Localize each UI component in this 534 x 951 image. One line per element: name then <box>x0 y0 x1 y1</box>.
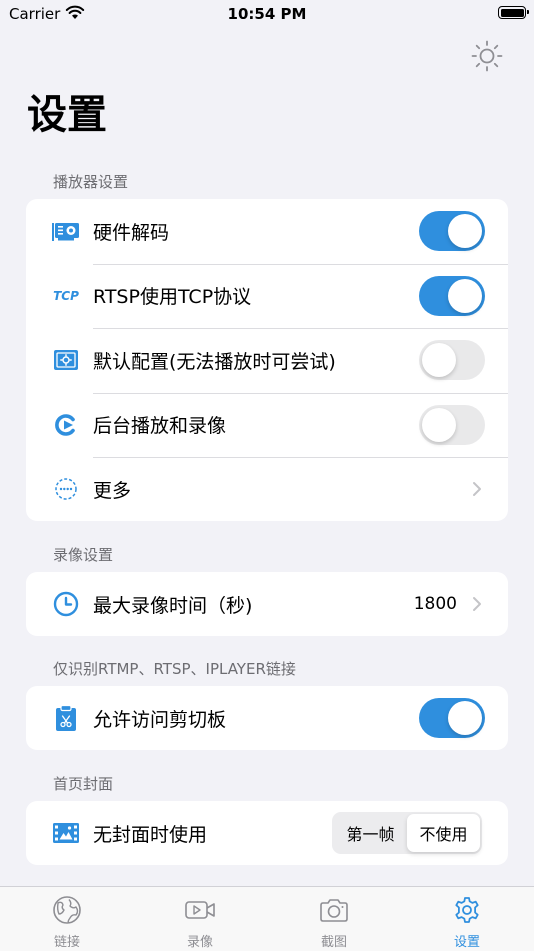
tab-bar: 链接 录像 截图 设置 <box>0 886 534 951</box>
clipboard-icon <box>52 704 80 732</box>
row-more[interactable]: 更多 <box>26 457 508 522</box>
clock-icon <box>52 590 80 618</box>
globe-icon <box>53 896 81 924</box>
cover-settings-card: 无封面时使用 第一帧 不使用 <box>26 801 508 865</box>
sun-icon <box>471 40 503 72</box>
row-max-record-time[interactable]: 最大录像时间（秒) 1800 <box>26 572 508 636</box>
status-time: 10:54 PM <box>227 5 307 23</box>
row-label-clipboard-access: 允许访问剪切板 <box>93 708 227 731</box>
tab-recordings[interactable]: 录像 <box>160 887 240 951</box>
row-label-rtsp-tcp: RTSP使用TCP协议 <box>93 286 252 309</box>
row-label-more: 更多 <box>93 479 132 502</box>
background-record-icon <box>52 411 80 439</box>
page-title: 设置 <box>27 92 107 138</box>
theme-toggle-button[interactable] <box>470 39 504 73</box>
video-icon <box>185 901 215 919</box>
rtsp-tcp-toggle[interactable] <box>419 275 485 316</box>
row-label-hardware-decode: 硬件解码 <box>93 221 170 244</box>
camera-icon <box>320 899 348 922</box>
row-clipboard-access[interactable]: 允许访问剪切板 <box>26 686 508 750</box>
section-header-cover: 首页封面 <box>53 775 114 793</box>
segment-first-frame[interactable]: 第一帧 <box>334 814 407 852</box>
row-label-background-play: 后台播放和录像 <box>93 415 227 438</box>
max-record-time-value: 1800 <box>413 594 457 614</box>
tab-links[interactable]: 链接 <box>27 887 107 951</box>
section-header-links: 仅识别RTMP、RTSP、IPLAYER链接 <box>53 660 296 678</box>
row-label-max-record-time: 最大录像时间（秒) <box>93 594 253 617</box>
player-settings-card: 硬件解码 TCP RTSP使用TCP协议 默认配置(无法播放时可尝试) 后台播放… <box>26 199 508 521</box>
clipboard-settings-card: 允许访问剪切板 <box>26 686 508 750</box>
gear-icon <box>455 897 479 923</box>
battery-icon <box>498 6 529 19</box>
gpu-card-icon <box>52 217 80 245</box>
more-dots-icon <box>52 475 80 503</box>
section-header-player: 播放器设置 <box>53 173 129 191</box>
row-rtsp-tcp[interactable]: TCP RTSP使用TCP协议 <box>26 263 508 329</box>
tab-label-settings: 设置 <box>453 935 480 950</box>
tab-label-recordings: 录像 <box>186 935 213 950</box>
background-play-toggle[interactable] <box>419 404 485 445</box>
tab-screenshots[interactable]: 截图 <box>294 887 374 951</box>
row-label-no-cover: 无封面时使用 <box>93 823 208 846</box>
row-hardware-decode[interactable]: 硬件解码 <box>26 199 508 264</box>
image-icon <box>52 819 80 847</box>
status-bar: Carrier 10:54 PM <box>0 0 534 30</box>
row-background-play[interactable]: 后台播放和录像 <box>26 392 508 458</box>
cover-segmented-control: 第一帧 不使用 <box>332 812 482 854</box>
recording-settings-card: 最大录像时间（秒) 1800 <box>26 572 508 636</box>
tab-settings[interactable]: 设置 <box>427 887 507 951</box>
tab-label-links: 链接 <box>53 935 80 950</box>
hardware-decode-toggle[interactable] <box>419 211 485 252</box>
section-header-recording: 录像设置 <box>53 546 114 564</box>
default-config-toggle[interactable] <box>419 340 485 381</box>
row-no-cover: 无封面时使用 第一帧 不使用 <box>26 801 508 865</box>
tcp-text-icon: TCP <box>53 288 79 303</box>
chevron-right-icon <box>472 481 482 497</box>
clipboard-access-toggle[interactable] <box>419 698 485 738</box>
chevron-right-icon <box>472 596 482 612</box>
segment-none[interactable]: 不使用 <box>407 814 480 852</box>
row-label-default-config: 默认配置(无法播放时可尝试) <box>93 350 336 373</box>
default-config-icon <box>52 346 80 374</box>
tab-label-screenshots: 截图 <box>320 935 347 950</box>
row-default-config[interactable]: 默认配置(无法播放时可尝试) <box>26 328 508 393</box>
